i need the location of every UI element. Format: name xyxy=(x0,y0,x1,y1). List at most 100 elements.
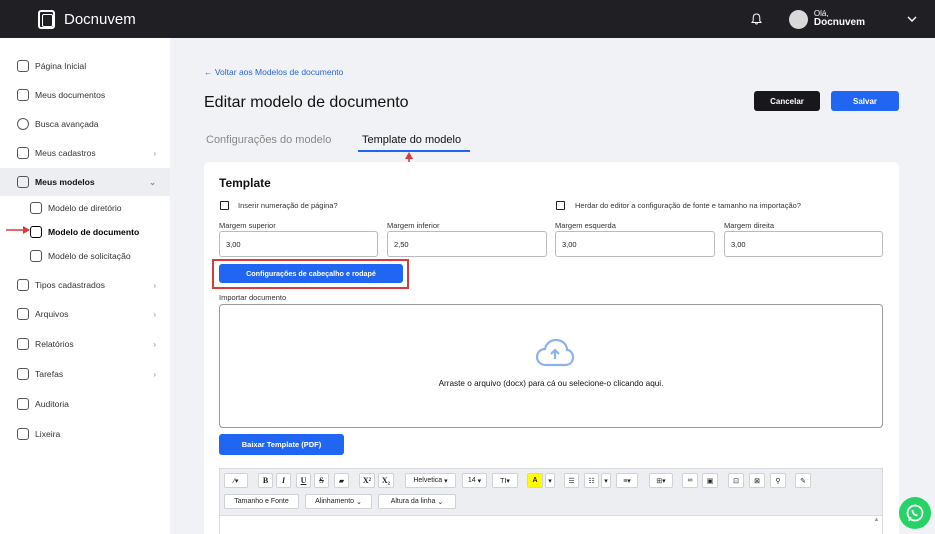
underline-icon[interactable]: U xyxy=(296,473,311,488)
app-logo[interactable]: Docnuvem xyxy=(38,9,136,29)
paragraph-align-icon[interactable]: ≡▾ xyxy=(616,473,638,488)
whatsapp-icon xyxy=(906,504,924,522)
right-margin-label: Margem direita xyxy=(724,221,775,230)
chevron-down-icon[interactable] xyxy=(907,14,917,24)
left-margin-label: Margem esquerda xyxy=(555,221,616,230)
italic-icon[interactable]: I xyxy=(276,473,291,488)
sidebar-item-trash[interactable]: Lixeira xyxy=(0,420,170,448)
back-to-document-models-link[interactable]: ← Voltar aos Modelos de documento xyxy=(204,67,343,77)
sidebar-item-audit[interactable]: Auditoria xyxy=(0,390,170,418)
download-template-pdf-button[interactable]: Baixar Template (PDF) xyxy=(219,434,344,455)
header-footer-settings-button[interactable]: Configurações de cabeçalho e rodapé xyxy=(219,264,403,283)
sidebar-item-label: Tipos cadastrados xyxy=(35,280,105,290)
inherit-font-checkbox[interactable] xyxy=(556,201,565,210)
scrollbar-up-arrow[interactable]: ▲ xyxy=(872,517,881,534)
eraser-icon[interactable]: ▰ xyxy=(334,473,349,488)
chevron-right-icon: › xyxy=(153,280,156,290)
sidebar-item-label: Modelo de solicitação xyxy=(48,251,131,261)
models-icon xyxy=(17,176,29,188)
numbered-list-icon[interactable]: ☷ xyxy=(584,473,599,488)
sidebar-item-tasks[interactable]: Tarefas › xyxy=(0,360,170,388)
sidebar-item-advanced-search[interactable]: Busca avançada xyxy=(0,110,170,138)
trash-icon xyxy=(17,428,29,440)
avatar[interactable] xyxy=(788,9,808,29)
left-margin-input[interactable]: 3,00 xyxy=(555,231,715,257)
chevron-down-icon: ⌄ xyxy=(149,177,156,187)
sidebar-item-registered-types[interactable]: Tipos cadastrados › xyxy=(0,271,170,299)
page-numbering-checkbox[interactable] xyxy=(220,201,229,210)
tab-model-settings[interactable]: Configurações do modelo xyxy=(206,134,331,146)
annotation-arrow-right-icon xyxy=(6,226,30,234)
insert-icon[interactable]: ⊡ xyxy=(728,473,744,488)
page-numbering-label: Inserir numeração de página? xyxy=(238,201,338,210)
docnuvem-logo-icon xyxy=(38,9,55,29)
user-name: Docnuvem xyxy=(813,17,865,28)
home-icon xyxy=(17,60,29,72)
sidebar-item-label: Arquivos xyxy=(35,309,69,319)
sidebar-item-files[interactable]: Arquivos › xyxy=(0,300,170,328)
line-height-button[interactable]: Altura da linha ⌄ xyxy=(378,494,456,509)
sidebar-item-label: Página Inicial xyxy=(35,61,87,71)
user-menu[interactable]: Olá, Docnuvem xyxy=(814,10,865,28)
bottom-margin-input[interactable]: 2,50 xyxy=(387,231,547,257)
search-icon[interactable]: ⚲ xyxy=(770,473,786,488)
sidebar-item-request-model[interactable]: Modelo de solicitação xyxy=(0,242,170,270)
sidebar-item-home[interactable]: Página Inicial xyxy=(0,52,170,80)
bottom-margin-label: Margem inferior xyxy=(387,221,440,230)
bold-icon[interactable]: B xyxy=(258,473,273,488)
sidebar-item-label: Meus documentos xyxy=(35,90,106,100)
search-icon xyxy=(17,118,29,130)
list-dropdown[interactable]: ▾ xyxy=(601,473,611,488)
save-button[interactable]: Salvar xyxy=(831,91,899,111)
files-icon xyxy=(17,308,29,320)
table-icon[interactable]: ⊞▾ xyxy=(649,473,673,488)
highlight-color-dropdown[interactable]: ▾ xyxy=(545,473,555,488)
image-icon[interactable]: ▣ xyxy=(702,473,718,488)
sidebar-item-label: Meus cadastros xyxy=(35,148,96,158)
superscript-icon[interactable]: X² xyxy=(359,473,375,488)
highlight-color-icon[interactable]: A xyxy=(527,473,543,488)
active-tab-indicator xyxy=(358,150,470,152)
section-title: Template xyxy=(219,176,271,190)
cancel-button[interactable]: Cancelar xyxy=(754,91,820,111)
brush-icon[interactable]: ✎ xyxy=(795,473,811,488)
chevron-right-icon: › xyxy=(153,369,156,379)
font-family-select[interactable]: Helvetica ▾ xyxy=(405,473,456,488)
chevron-right-icon: › xyxy=(153,339,156,349)
subscript-icon[interactable]: X₂ xyxy=(378,473,394,488)
plus-square-icon xyxy=(30,250,42,262)
font-size-select[interactable]: 14 ▾ xyxy=(462,473,487,488)
app-name: Docnuvem xyxy=(64,10,136,28)
sidebar-item-my-models[interactable]: Meus modelos ⌄ xyxy=(0,168,170,196)
sidebar-item-label: Modelo de diretório xyxy=(48,203,122,213)
size-font-button[interactable]: Tamanho e Fonte xyxy=(224,494,299,509)
alignment-label: Alinhamento xyxy=(315,498,355,505)
bullet-list-icon[interactable]: ☰ xyxy=(564,473,579,488)
tab-model-template[interactable]: Template do modelo xyxy=(362,134,461,146)
sidebar-item-label: Modelo de documento xyxy=(48,227,140,237)
tasks-icon xyxy=(17,368,29,380)
reports-icon xyxy=(17,338,29,350)
strikethrough-icon[interactable]: S xyxy=(314,473,329,488)
sidebar-item-reports[interactable]: Relatórios › xyxy=(0,330,170,358)
chevron-right-icon: › xyxy=(153,148,156,158)
sidebar-item-my-registrations[interactable]: Meus cadastros › xyxy=(0,139,170,167)
magic-wand-icon[interactable]: ⁄▾ xyxy=(224,473,248,488)
right-margin-input[interactable]: 3,00 xyxy=(724,231,883,257)
sidebar-item-my-documents[interactable]: Meus documentos xyxy=(0,81,170,109)
fullscreen-icon[interactable]: ⊠ xyxy=(749,473,765,488)
types-icon xyxy=(17,279,29,291)
registrations-icon xyxy=(17,147,29,159)
whatsapp-chat-button[interactable] xyxy=(899,497,931,529)
sidebar-item-label: Auditoria xyxy=(35,399,69,409)
top-margin-input[interactable]: 3,00 xyxy=(219,231,378,257)
font-size-value: 14 xyxy=(467,477,476,484)
editor-content-area[interactable] xyxy=(219,516,883,534)
sidebar-item-label: Busca avançada xyxy=(35,119,99,129)
alignment-button[interactable]: Alinhamento ⌄ xyxy=(305,494,372,509)
text-style-icon[interactable]: TI▾ xyxy=(492,473,518,488)
link-icon[interactable]: ∞ xyxy=(682,473,698,488)
bell-icon[interactable] xyxy=(747,9,767,29)
import-document-label: Importar documento xyxy=(219,293,287,302)
audit-icon xyxy=(17,398,29,410)
